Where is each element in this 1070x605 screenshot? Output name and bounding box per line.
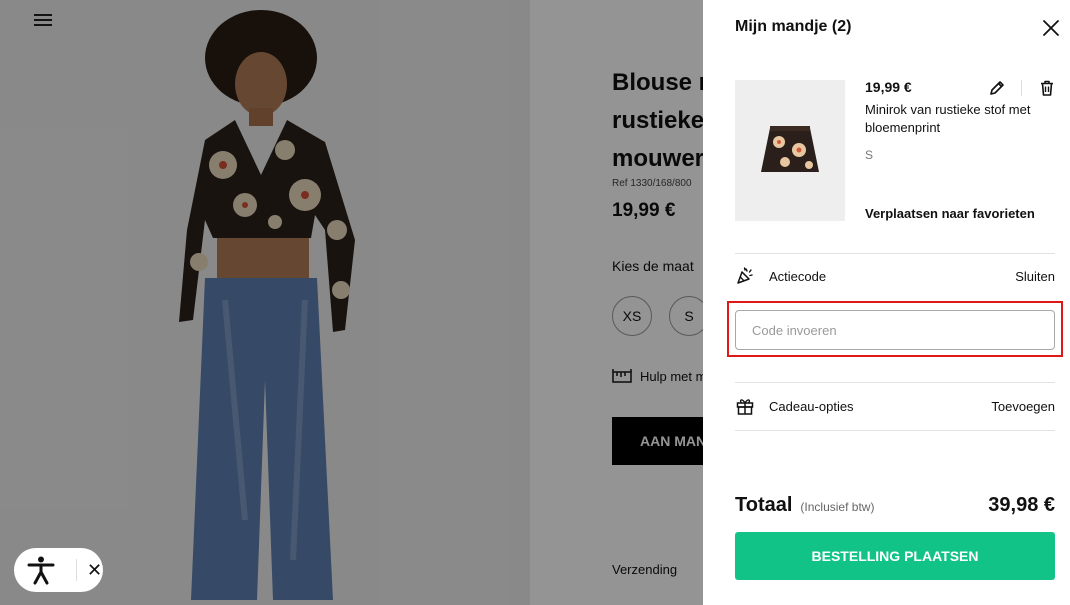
accessibility-person-icon[interactable] xyxy=(26,555,56,585)
cart-item-price: 19,99 € xyxy=(865,79,912,95)
divider xyxy=(735,382,1055,383)
divider xyxy=(76,559,77,581)
divider xyxy=(1021,80,1022,96)
close-icon[interactable] xyxy=(1041,18,1061,38)
promo-code-label: Actiecode xyxy=(769,268,827,284)
move-to-favorites-link[interactable]: Verplaatsen naar favorieten xyxy=(865,206,1035,221)
total-label: Totaal xyxy=(735,494,793,516)
trash-icon[interactable] xyxy=(1038,79,1056,97)
total-value: 39,98 € xyxy=(988,494,1055,516)
place-order-button[interactable]: BESTELLING PLAATSEN xyxy=(735,532,1055,580)
gift-icon xyxy=(736,399,754,415)
close-icon[interactable]: ✕ xyxy=(87,560,102,581)
accessibility-widget[interactable]: ✕ xyxy=(14,548,103,592)
promo-close-link[interactable]: Sluiten xyxy=(1015,269,1055,284)
promo-code-input[interactable] xyxy=(735,310,1055,350)
edit-pencil-icon[interactable] xyxy=(988,79,1006,97)
divider xyxy=(735,430,1055,431)
cart-item-size: S xyxy=(865,148,874,162)
cart-item-name[interactable]: Minirok van rustieke stof met bloemenpri… xyxy=(865,101,1045,137)
promo-code-row: Actiecode Sluiten xyxy=(735,266,1055,286)
total-vat-note: (Inclusief btw) xyxy=(800,500,875,514)
cart-title: Mijn mandje (2) xyxy=(735,18,852,35)
drawer-backdrop[interactable] xyxy=(0,0,703,605)
gift-options-row: Cadeau-opties Toevoegen xyxy=(735,396,1055,416)
gift-options-label: Cadeau-opties xyxy=(769,398,854,414)
party-popper-icon xyxy=(737,267,753,284)
divider xyxy=(735,253,1055,254)
skirt-image xyxy=(761,126,819,172)
cart-item-image[interactable] xyxy=(735,80,845,221)
cart-total: Totaal (Inclusief btw) 39,98 € xyxy=(735,494,1055,517)
cart-drawer: Mijn mandje (2) 19,99 € Minirok van rust… xyxy=(703,0,1070,605)
gift-add-link[interactable]: Toevoegen xyxy=(991,399,1055,414)
